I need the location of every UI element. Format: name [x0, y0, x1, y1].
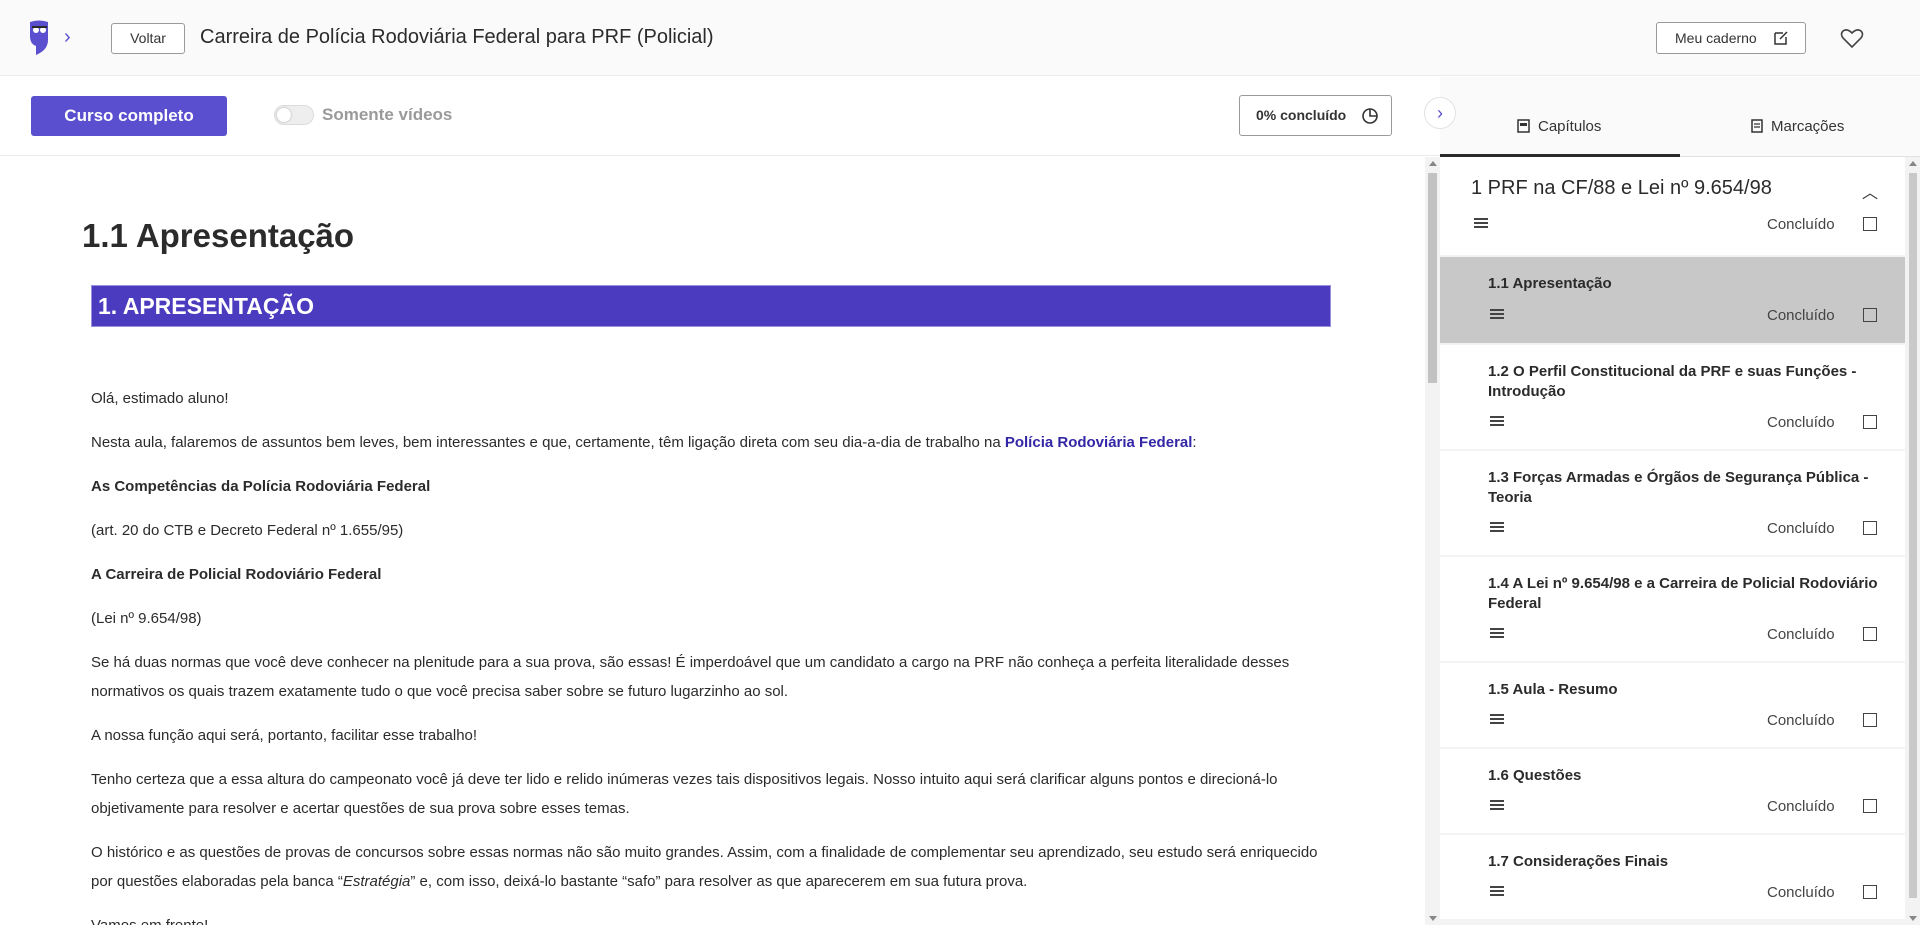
- item-done-label: Concluído: [1767, 626, 1835, 643]
- item-done-checkbox[interactable]: [1863, 308, 1877, 322]
- favorite-heart-icon[interactable]: [1840, 27, 1864, 49]
- text-lines-icon: [1490, 800, 1504, 812]
- prf-highlight: Polícia Rodoviária Federal: [1004, 434, 1193, 451]
- paragraph-certeza: Tenho certeza que a essa altura do campe…: [91, 771, 1278, 817]
- text-lines-icon: [1490, 714, 1504, 726]
- edit-note-icon: [1774, 31, 1788, 45]
- collapse-sidebar-chevron-icon[interactable]: ›: [1424, 97, 1456, 129]
- videos-only-label: Somente vídeos: [322, 105, 453, 124]
- chapter-header[interactable]: 1 PRF na CF/88 e Lei nº 9.654/98 ︿ Concl…: [1440, 157, 1905, 255]
- list-item[interactable]: 1.4 A Lei nº 9.654/98 e a Carreira de Po…: [1440, 557, 1905, 661]
- item-done-label: Concluído: [1767, 884, 1835, 901]
- paragraph-intro: Nesta aula, falaremos de assuntos bem le…: [91, 428, 1331, 457]
- item-label: 1.1 Apresentação: [1488, 275, 1612, 292]
- intro-end: :: [1192, 434, 1197, 451]
- list-item[interactable]: 1.2 O Perfil Constitucional da PRF e sua…: [1440, 345, 1905, 449]
- progress-indicator[interactable]: 0% concluído: [1239, 95, 1392, 136]
- text-lines-icon: [1490, 886, 1504, 898]
- text-lines-icon: [1490, 628, 1504, 640]
- text-lines-icon: [1490, 416, 1504, 428]
- item-done-label: Concluído: [1767, 414, 1835, 431]
- heading-competencias: As Competências da Polícia Rodoviária Fe…: [91, 478, 431, 495]
- top-bar: › Voltar Carreira de Polícia Rodoviária …: [0, 0, 1920, 76]
- scroll-down-arrow-icon[interactable]: [1909, 916, 1917, 921]
- item-done-label: Concluído: [1767, 798, 1835, 815]
- tab-bookmarks[interactable]: Marcações: [1751, 118, 1844, 135]
- chapter-done-label: Concluído: [1767, 216, 1835, 233]
- scroll-up-arrow-icon[interactable]: [1429, 161, 1437, 166]
- estrategia-emphasis: Estratégia: [342, 873, 411, 890]
- historico-end: ” e, com isso, deixá-lo bastante “safo” …: [410, 873, 1028, 890]
- item-label: 1.2 O Perfil Constitucional da PRF e sua…: [1488, 363, 1857, 400]
- scroll-up-arrow-icon[interactable]: [1909, 161, 1917, 166]
- list-item[interactable]: 1.3 Forças Armadas e Órgãos de Segurança…: [1440, 451, 1905, 555]
- back-button[interactable]: Voltar: [111, 23, 185, 54]
- videos-only-toggle[interactable]: [274, 105, 314, 125]
- list-item[interactable]: 1.6 Questões Concluído: [1440, 749, 1905, 833]
- scrollbar-thumb[interactable]: [1428, 173, 1437, 383]
- pie-progress-icon: [1362, 108, 1378, 124]
- course-title: Carreira de Polícia Rodoviária Federal p…: [200, 26, 714, 48]
- owl-logo-icon[interactable]: [26, 20, 52, 56]
- chapter-title: 1 PRF na CF/88 e Lei nº 9.654/98: [1471, 177, 1772, 199]
- progress-label: 0% concluído: [1256, 107, 1347, 123]
- paragraph-vamos: Vamos em frente!: [91, 911, 1331, 925]
- chapter-list: 1 PRF na CF/88 e Lei nº 9.654/98 ︿ Concl…: [1440, 157, 1905, 925]
- item-label: 1.7 Considerações Finais: [1488, 853, 1669, 870]
- section-banner: 1. APRESENTAÇÃO: [91, 285, 1331, 327]
- item-done-checkbox[interactable]: [1863, 885, 1877, 899]
- sidebar-tabs: Capítulos Marcações: [1440, 77, 1920, 157]
- chapter-done-checkbox[interactable]: [1863, 217, 1877, 231]
- item-done-checkbox[interactable]: [1863, 713, 1877, 727]
- item-label: 1.4 A Lei nº 9.654/98 e a Carreira de Po…: [1488, 575, 1878, 612]
- paragraph-funcao: A nossa função aqui será, portanto, faci…: [91, 727, 478, 744]
- collapse-chapter-icon[interactable]: ︿: [1862, 179, 1878, 203]
- chapters-sidebar: Capítulos Marcações 1 PRF na CF/88 e Lei…: [1440, 77, 1920, 925]
- bookmark-list-icon: [1751, 119, 1763, 133]
- content-scrollbar[interactable]: [1425, 157, 1440, 925]
- item-done-checkbox[interactable]: [1863, 521, 1877, 535]
- paragraph-normas: Se há duas normas que você deve conhecer…: [91, 654, 1290, 700]
- intro-text: Nesta aula, falaremos de assuntos bem le…: [91, 434, 1005, 451]
- paragraph-historico: O histórico e as questões de provas de c…: [91, 838, 1331, 896]
- item-label: 1.6 Questões: [1488, 767, 1582, 784]
- book-icon: [1517, 119, 1530, 133]
- list-item[interactable]: 1.5 Aula - Resumo Concluído: [1440, 663, 1905, 747]
- lesson-content: 1.1 Apresentação 1. APRESENTAÇÃO Olá, es…: [0, 157, 1425, 925]
- text-lines-icon: [1490, 309, 1504, 321]
- tab-chapters[interactable]: Capítulos: [1517, 118, 1601, 135]
- list-item[interactable]: 1.1 Apresentação Concluído: [1440, 257, 1905, 343]
- item-label: 1.5 Aula - Resumo: [1488, 681, 1618, 698]
- item-done-label: Concluído: [1767, 307, 1835, 324]
- scroll-down-arrow-icon[interactable]: [1429, 916, 1437, 921]
- tab-chapters-label: Capítulos: [1538, 118, 1602, 135]
- item-done-checkbox[interactable]: [1863, 415, 1877, 429]
- item-label: 1.3 Forças Armadas e Órgãos de Segurança…: [1488, 469, 1869, 506]
- item-done-label: Concluído: [1767, 712, 1835, 729]
- toggle-knob: [277, 108, 291, 122]
- sidebar-scrollbar[interactable]: [1905, 157, 1920, 925]
- full-course-button[interactable]: Curso completo: [31, 96, 227, 136]
- reference-carreira: (Lei nº 9.654/98): [91, 610, 202, 627]
- notebook-button[interactable]: Meu caderno: [1656, 22, 1806, 54]
- reference-competencias: (art. 20 do CTB e Decreto Federal nº 1.6…: [91, 522, 404, 539]
- item-done-label: Concluído: [1767, 520, 1835, 537]
- lesson-controls: Curso completo Somente vídeos 0% concluí…: [0, 77, 1440, 156]
- paragraph-greeting: Olá, estimado aluno!: [91, 390, 229, 407]
- notebook-label: Meu caderno: [1675, 30, 1757, 46]
- list-item[interactable]: 1.7 Considerações Finais Concluído: [1440, 835, 1905, 919]
- scrollbar-thumb[interactable]: [1909, 173, 1917, 898]
- tab-bookmarks-label: Marcações: [1771, 118, 1845, 135]
- lesson-title: 1.1 Apresentação: [82, 217, 355, 254]
- heading-carreira: A Carreira de Policial Rodoviário Federa…: [91, 566, 382, 583]
- item-done-checkbox[interactable]: [1863, 627, 1877, 641]
- item-done-checkbox[interactable]: [1863, 799, 1877, 813]
- text-lines-icon: [1490, 522, 1504, 534]
- text-lines-icon: [1474, 218, 1488, 230]
- expand-menu-chevron-icon[interactable]: ›: [64, 26, 80, 48]
